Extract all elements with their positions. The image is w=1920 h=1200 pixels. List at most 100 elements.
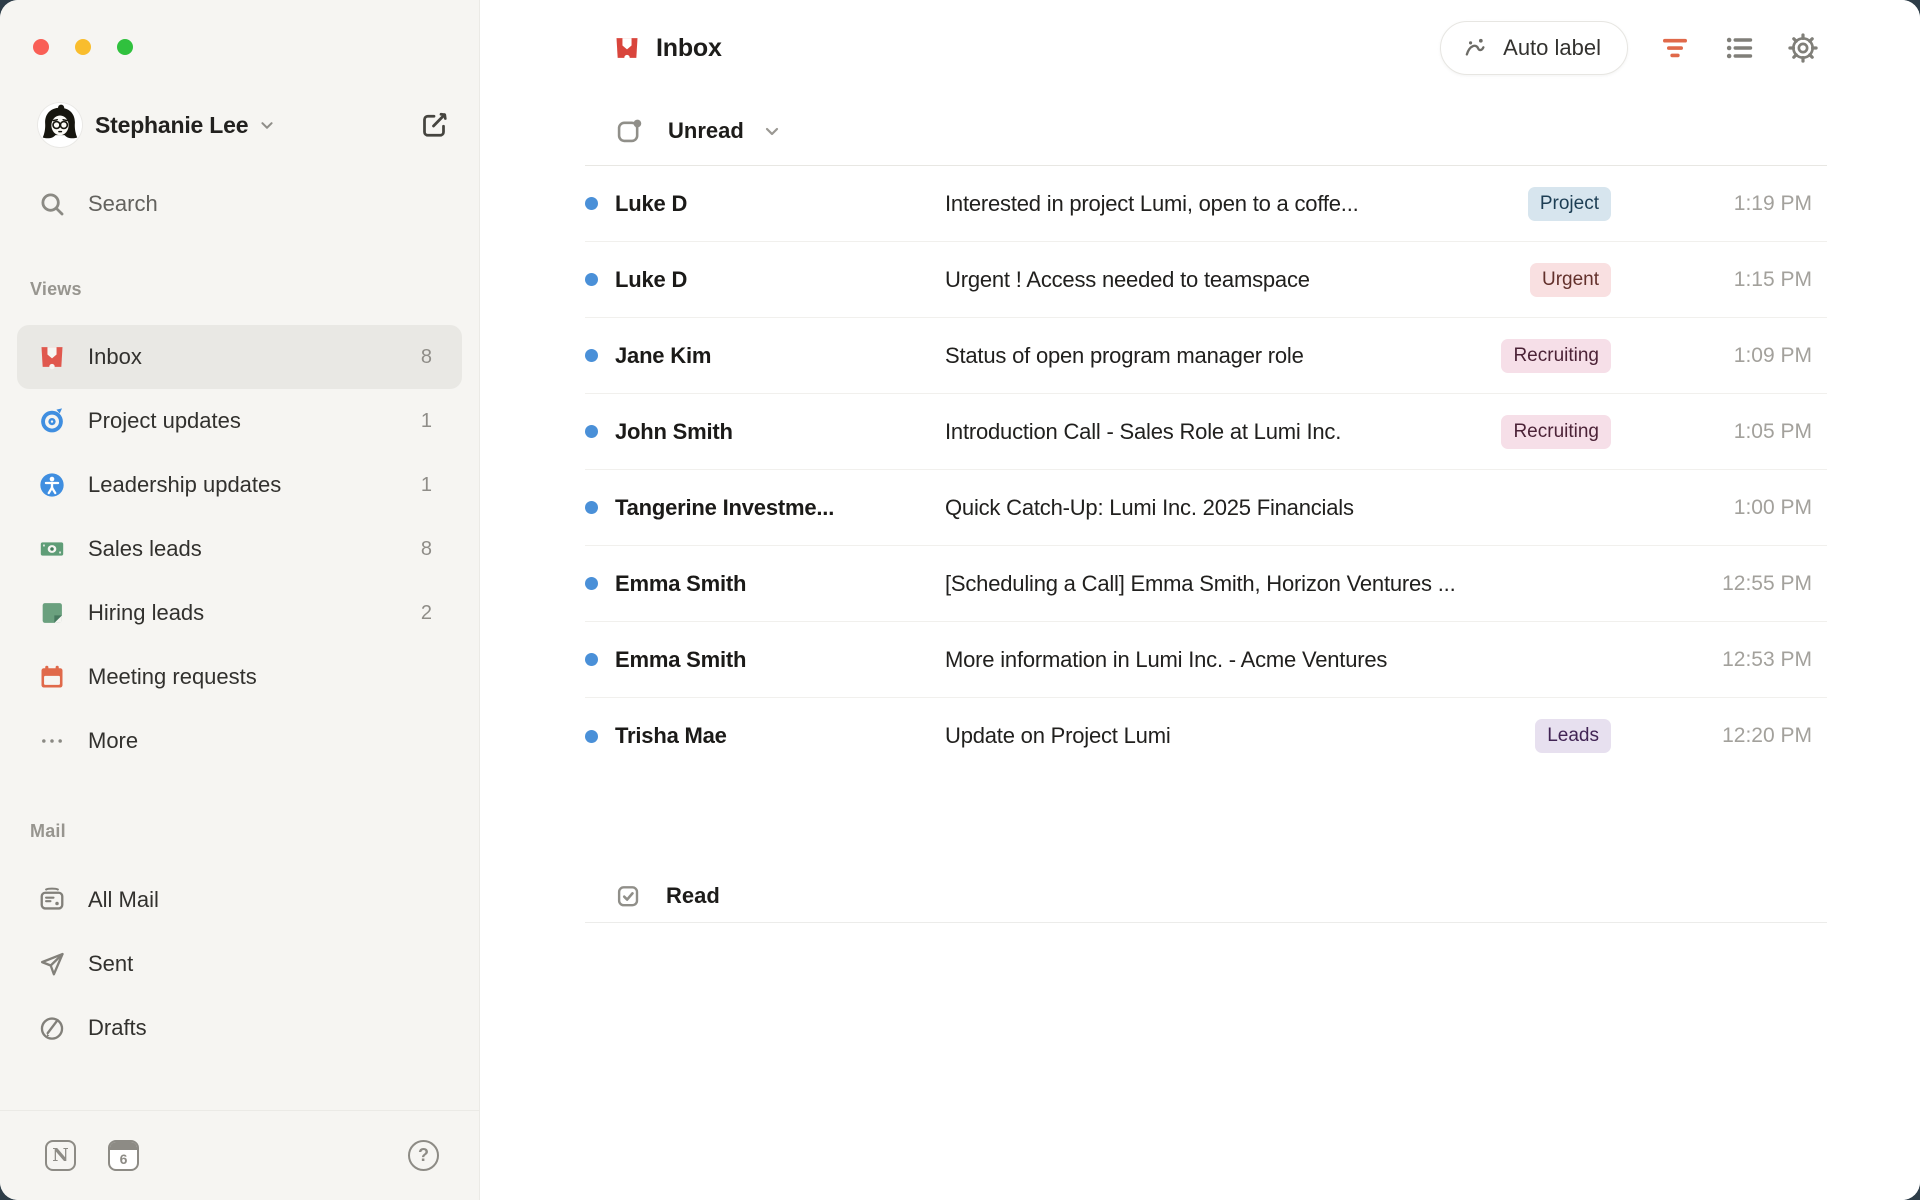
email-time: 1:09 PM (1682, 344, 1812, 368)
unread-section-toggle[interactable]: Unread (480, 96, 1920, 165)
email-subject: Quick Catch-Up: Lumi Inc. 2025 Financial… (945, 495, 1682, 521)
sidebar-item-sales-leads[interactable]: Sales leads 8 (17, 517, 462, 581)
sidebar-item-drafts[interactable]: Drafts (17, 996, 462, 1060)
unread-dot (585, 730, 598, 743)
email-subject: More information in Lumi Inc. - Acme Ven… (945, 647, 1682, 673)
notion-logo-button[interactable]: N (45, 1140, 76, 1171)
target-icon (38, 407, 66, 435)
sidebar-item-leadership-updates[interactable]: Leadership updates 1 (17, 453, 462, 517)
mail-app-window: Stephanie Lee Search Views (0, 0, 1920, 1200)
calendar-icon (38, 663, 66, 691)
views-list: Inbox 8 Project updates 1 Leadership upd… (0, 325, 479, 773)
unread-dot (585, 197, 598, 210)
unread-dot (585, 501, 598, 514)
help-button[interactable]: ? (408, 1140, 439, 1171)
unread-dot (585, 425, 598, 438)
unread-dot (585, 577, 598, 590)
sidebar-item-all-mail[interactable]: All Mail (17, 868, 462, 932)
sidebar-item-sent[interactable]: Sent (17, 932, 462, 996)
wand-icon (1461, 34, 1489, 62)
sidebar-item-project-updates[interactable]: Project updates 1 (17, 389, 462, 453)
email-row[interactable]: Tangerine Investme... Quick Catch-Up: Lu… (585, 470, 1827, 546)
inbox-icon (613, 34, 641, 62)
accessibility-icon (38, 471, 66, 499)
list-view-button[interactable] (1722, 31, 1756, 65)
sidebar-item-hiring-leads[interactable]: Hiring leads 2 (17, 581, 462, 645)
email-row[interactable]: Luke D Interested in project Lumi, open … (585, 166, 1827, 242)
checkbox-checked-icon (615, 883, 641, 909)
email-subject: [Scheduling a Call] Emma Smith, Horizon … (945, 571, 1682, 597)
email-time: 12:20 PM (1682, 724, 1812, 748)
read-section-toggle[interactable]: Read (585, 869, 1827, 923)
unread-dot (585, 349, 598, 362)
email-label-tag: Project (1528, 187, 1611, 221)
filter-button[interactable] (1658, 31, 1692, 65)
email-label-tag: Recruiting (1501, 415, 1611, 449)
email-sender: John Smith (615, 419, 945, 445)
read-label: Read (666, 883, 720, 909)
sidebar-item-label: Leadership updates (88, 472, 281, 498)
calendar-badge-top (110, 1142, 137, 1150)
close-window-button[interactable] (33, 39, 49, 55)
sidebar: Stephanie Lee Search Views (0, 0, 480, 1200)
sidebar-item-inbox[interactable]: Inbox 8 (17, 325, 462, 389)
email-sender: Tangerine Investme... (615, 495, 945, 521)
email-time: 1:05 PM (1682, 420, 1812, 444)
email-sender: Luke D (615, 191, 945, 217)
sidebar-item-label: Sent (88, 951, 133, 977)
email-row[interactable]: Jane Kim Status of open program manager … (585, 318, 1827, 394)
search-label: Search (88, 191, 158, 217)
note-icon (38, 599, 66, 627)
email-row[interactable]: John Smith Introduction Call - Sales Rol… (585, 394, 1827, 470)
sidebar-item-more[interactable]: More (17, 709, 462, 773)
email-label-tag: Recruiting (1501, 339, 1611, 373)
email-sender: Emma Smith (615, 647, 945, 673)
settings-button[interactable] (1786, 31, 1820, 65)
notion-calendar-button[interactable]: 6 (108, 1140, 139, 1171)
minimize-window-button[interactable] (75, 39, 91, 55)
email-row[interactable]: Luke D Urgent ! Access needed to teamspa… (585, 242, 1827, 318)
email-time: 12:55 PM (1682, 572, 1812, 596)
main-header: Inbox Auto label (480, 0, 1920, 96)
filter-icon (1659, 32, 1691, 64)
list-icon (1723, 32, 1755, 64)
mail-section-label: Mail (30, 821, 479, 842)
email-subject: Introduction Call - Sales Role at Lumi I… (945, 419, 1485, 445)
email-sender: Trisha Mae (615, 723, 945, 749)
unread-count-badge: 1 (421, 410, 432, 433)
email-subject: Interested in project Lumi, open to a co… (945, 191, 1512, 217)
compose-button[interactable] (419, 110, 449, 140)
email-sender: Jane Kim (615, 343, 945, 369)
email-subject: Update on Project Lumi (945, 723, 1519, 749)
email-time: 1:00 PM (1682, 496, 1812, 520)
auto-label-button[interactable]: Auto label (1440, 21, 1628, 75)
email-subject: Status of open program manager role (945, 343, 1485, 369)
inbox-icon (38, 343, 66, 371)
unread-count-badge: 8 (421, 346, 432, 369)
email-label-tag: Urgent (1530, 263, 1611, 297)
email-sender: Luke D (615, 267, 945, 293)
account-switcher[interactable]: Stephanie Lee (38, 103, 449, 147)
email-sender: Emma Smith (615, 571, 945, 597)
email-row[interactable]: Emma Smith More information in Lumi Inc.… (585, 622, 1827, 698)
money-icon (38, 535, 66, 563)
email-row[interactable]: Emma Smith [Scheduling a Call] Emma Smit… (585, 546, 1827, 622)
views-section-label: Views (30, 279, 479, 300)
avatar (38, 103, 82, 147)
email-row[interactable]: Trisha Mae Update on Project Lumi Leads … (585, 698, 1827, 774)
chevron-down-icon (760, 119, 784, 143)
allmail-icon (38, 886, 66, 914)
sidebar-item-label: Drafts (88, 1015, 147, 1041)
zoom-window-button[interactable] (117, 39, 133, 55)
profile-name: Stephanie Lee (95, 112, 248, 139)
sidebar-item-meeting-requests[interactable]: Meeting requests (17, 645, 462, 709)
sidebar-item-label: Meeting requests (88, 664, 257, 690)
sidebar-item-label: Hiring leads (88, 600, 204, 626)
unread-count-badge: 2 (421, 602, 432, 625)
search-icon (38, 190, 66, 218)
unread-count-badge: 8 (421, 538, 432, 561)
email-time: 1:15 PM (1682, 268, 1812, 292)
unread-dot (585, 273, 598, 286)
search-button[interactable]: Search (24, 177, 455, 231)
sidebar-item-label: All Mail (88, 887, 159, 913)
